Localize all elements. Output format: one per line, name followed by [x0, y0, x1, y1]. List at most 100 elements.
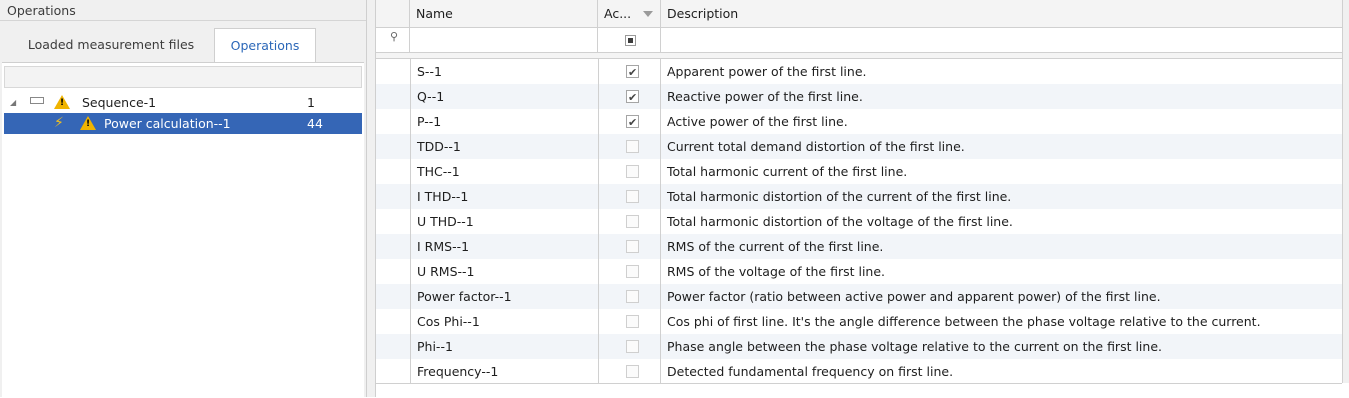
row-name-cell: Frequency--1	[410, 359, 598, 384]
tree-item-sequence[interactable]: ◢ Sequence-1 1	[4, 92, 362, 113]
active-checkbox[interactable]	[626, 215, 639, 228]
column-header-name[interactable]: Name	[410, 0, 598, 28]
filter-name-input[interactable]	[410, 28, 598, 53]
row-indicator[interactable]	[376, 259, 409, 284]
row-name-cell: Cos Phi--1	[410, 309, 598, 334]
active-checkbox[interactable]	[626, 190, 639, 203]
active-checkbox[interactable]	[626, 265, 639, 278]
row-description-cell: Total harmonic distortion of the current…	[667, 189, 1012, 204]
active-checkbox[interactable]	[626, 165, 639, 178]
row-name-cell: U THD--1	[410, 209, 598, 234]
active-checkbox[interactable]	[626, 240, 639, 253]
power-calculation-icon: ⚡	[54, 115, 64, 131]
tree-item-label: Power calculation--1	[104, 116, 231, 131]
row-indicator[interactable]	[376, 309, 409, 334]
warning-icon	[54, 95, 70, 109]
row-active-cell[interactable]	[598, 59, 661, 84]
column-header-active[interactable]: Ac...	[598, 0, 661, 28]
filter-indicator-cell: ⚲	[376, 28, 410, 53]
row-active-cell[interactable]	[598, 134, 661, 159]
row-description-cell: Cos phi of first line. It's the angle di…	[667, 314, 1261, 329]
table-row[interactable]: I RMS--1 RMS of the current of the first …	[376, 234, 1342, 259]
tree-item-count: 1	[307, 95, 315, 110]
filter-active-cell[interactable]	[598, 28, 661, 53]
row-active-cell[interactable]	[598, 159, 661, 184]
operations-panel: Operations Loaded measurement files Oper…	[0, 0, 367, 398]
active-checkbox[interactable]	[626, 315, 639, 328]
tree-item-count: 44	[307, 116, 323, 131]
row-active-cell[interactable]	[598, 334, 661, 359]
table-row[interactable]: Phi--1 Phase angle between the phase volt…	[376, 334, 1342, 359]
row-indicator[interactable]	[376, 184, 409, 209]
grid-bottom-border	[376, 383, 1342, 384]
tree-header	[4, 66, 362, 88]
channels-grid: Name Ac... Description ⚲ S--1 Apparent po…	[376, 0, 1349, 397]
row-indicator[interactable]	[376, 284, 409, 309]
table-row[interactable]: S--1 Apparent power of the first line.	[376, 59, 1342, 84]
column-header-active-label: Ac...	[604, 6, 632, 21]
row-active-cell[interactable]	[598, 109, 661, 134]
table-row[interactable]: U THD--1 Total harmonic distortion of the…	[376, 209, 1342, 234]
table-row[interactable]: THC--1 Total harmonic current of the firs…	[376, 159, 1342, 184]
expand-collapse-icon[interactable]: ◢	[10, 92, 16, 113]
row-name-cell: Q--1	[410, 84, 598, 109]
filter-active-checkbox[interactable]	[625, 35, 636, 46]
row-active-cell[interactable]	[598, 284, 661, 309]
row-description-cell: RMS of the current of the first line.	[667, 239, 884, 254]
tab-operations[interactable]: Operations	[214, 28, 316, 62]
panel-splitter[interactable]	[367, 0, 376, 397]
row-indicator[interactable]	[376, 334, 409, 359]
row-description-cell: Phase angle between the phase voltage re…	[667, 339, 1162, 354]
active-checkbox[interactable]	[626, 85, 639, 109]
row-indicator[interactable]	[376, 234, 409, 259]
row-indicator[interactable]	[376, 84, 409, 109]
table-row[interactable]: I THD--1 Total harmonic distortion of the…	[376, 184, 1342, 209]
row-active-cell[interactable]	[598, 359, 661, 384]
row-name-cell: Phi--1	[410, 334, 598, 359]
row-description-cell: Total harmonic current of the first line…	[667, 164, 908, 179]
row-active-cell[interactable]	[598, 234, 661, 259]
sequence-icon	[30, 96, 44, 109]
active-checkbox[interactable]	[626, 110, 639, 134]
row-active-cell[interactable]	[598, 259, 661, 284]
active-checkbox[interactable]	[626, 60, 639, 84]
pin-icon: ⚲	[390, 30, 399, 43]
tab-loaded-measurement-files[interactable]: Loaded measurement files	[8, 28, 214, 62]
row-active-cell[interactable]	[598, 209, 661, 234]
active-checkbox[interactable]	[626, 290, 639, 303]
table-row[interactable]: U RMS--1 RMS of the voltage of the first …	[376, 259, 1342, 284]
panel-title: Operations	[0, 0, 366, 21]
active-checkbox[interactable]	[626, 340, 639, 353]
table-row[interactable]: Cos Phi--1 Cos phi of first line. It's th…	[376, 309, 1342, 334]
row-name-cell: I RMS--1	[410, 234, 598, 259]
row-indicator[interactable]	[376, 109, 409, 134]
filter-dropdown-icon[interactable]	[643, 11, 653, 17]
tree-item-label: Sequence-1	[82, 95, 157, 110]
warning-icon	[80, 116, 96, 130]
active-checkbox[interactable]	[626, 365, 639, 378]
row-description-cell: Current total demand distortion of the f…	[667, 139, 965, 154]
table-row[interactable]: Power factor--1 Power factor (ratio betwe…	[376, 284, 1342, 309]
row-active-cell[interactable]	[598, 184, 661, 209]
table-row[interactable]: TDD--1 Current total demand distortion of…	[376, 134, 1342, 159]
tab-strip: Loaded measurement files Operations	[0, 22, 366, 62]
vertical-scrollbar[interactable]	[1342, 0, 1349, 383]
row-active-cell[interactable]	[598, 84, 661, 109]
filter-description-input[interactable]	[661, 28, 1342, 53]
row-description-cell: Apparent power of the first line.	[667, 64, 867, 79]
row-active-cell[interactable]	[598, 309, 661, 334]
row-description-cell: RMS of the voltage of the first line.	[667, 264, 886, 279]
row-indicator[interactable]	[376, 359, 409, 384]
row-name-cell: Power factor--1	[410, 284, 598, 309]
tree-item-power-calculation[interactable]: ⚡ Power calculation--1 44	[4, 113, 362, 134]
row-indicator[interactable]	[376, 134, 409, 159]
row-indicator[interactable]	[376, 59, 409, 84]
row-indicator[interactable]	[376, 209, 409, 234]
active-checkbox[interactable]	[626, 140, 639, 153]
table-row[interactable]: P--1 Active power of the first line.	[376, 109, 1342, 134]
table-row[interactable]: Frequency--1 Detected fundamental frequen…	[376, 359, 1342, 384]
row-indicator[interactable]	[376, 159, 409, 184]
column-header-description[interactable]: Description	[661, 0, 1342, 28]
row-name-cell: S--1	[410, 59, 598, 84]
table-row[interactable]: Q--1 Reactive power of the first line.	[376, 84, 1342, 109]
